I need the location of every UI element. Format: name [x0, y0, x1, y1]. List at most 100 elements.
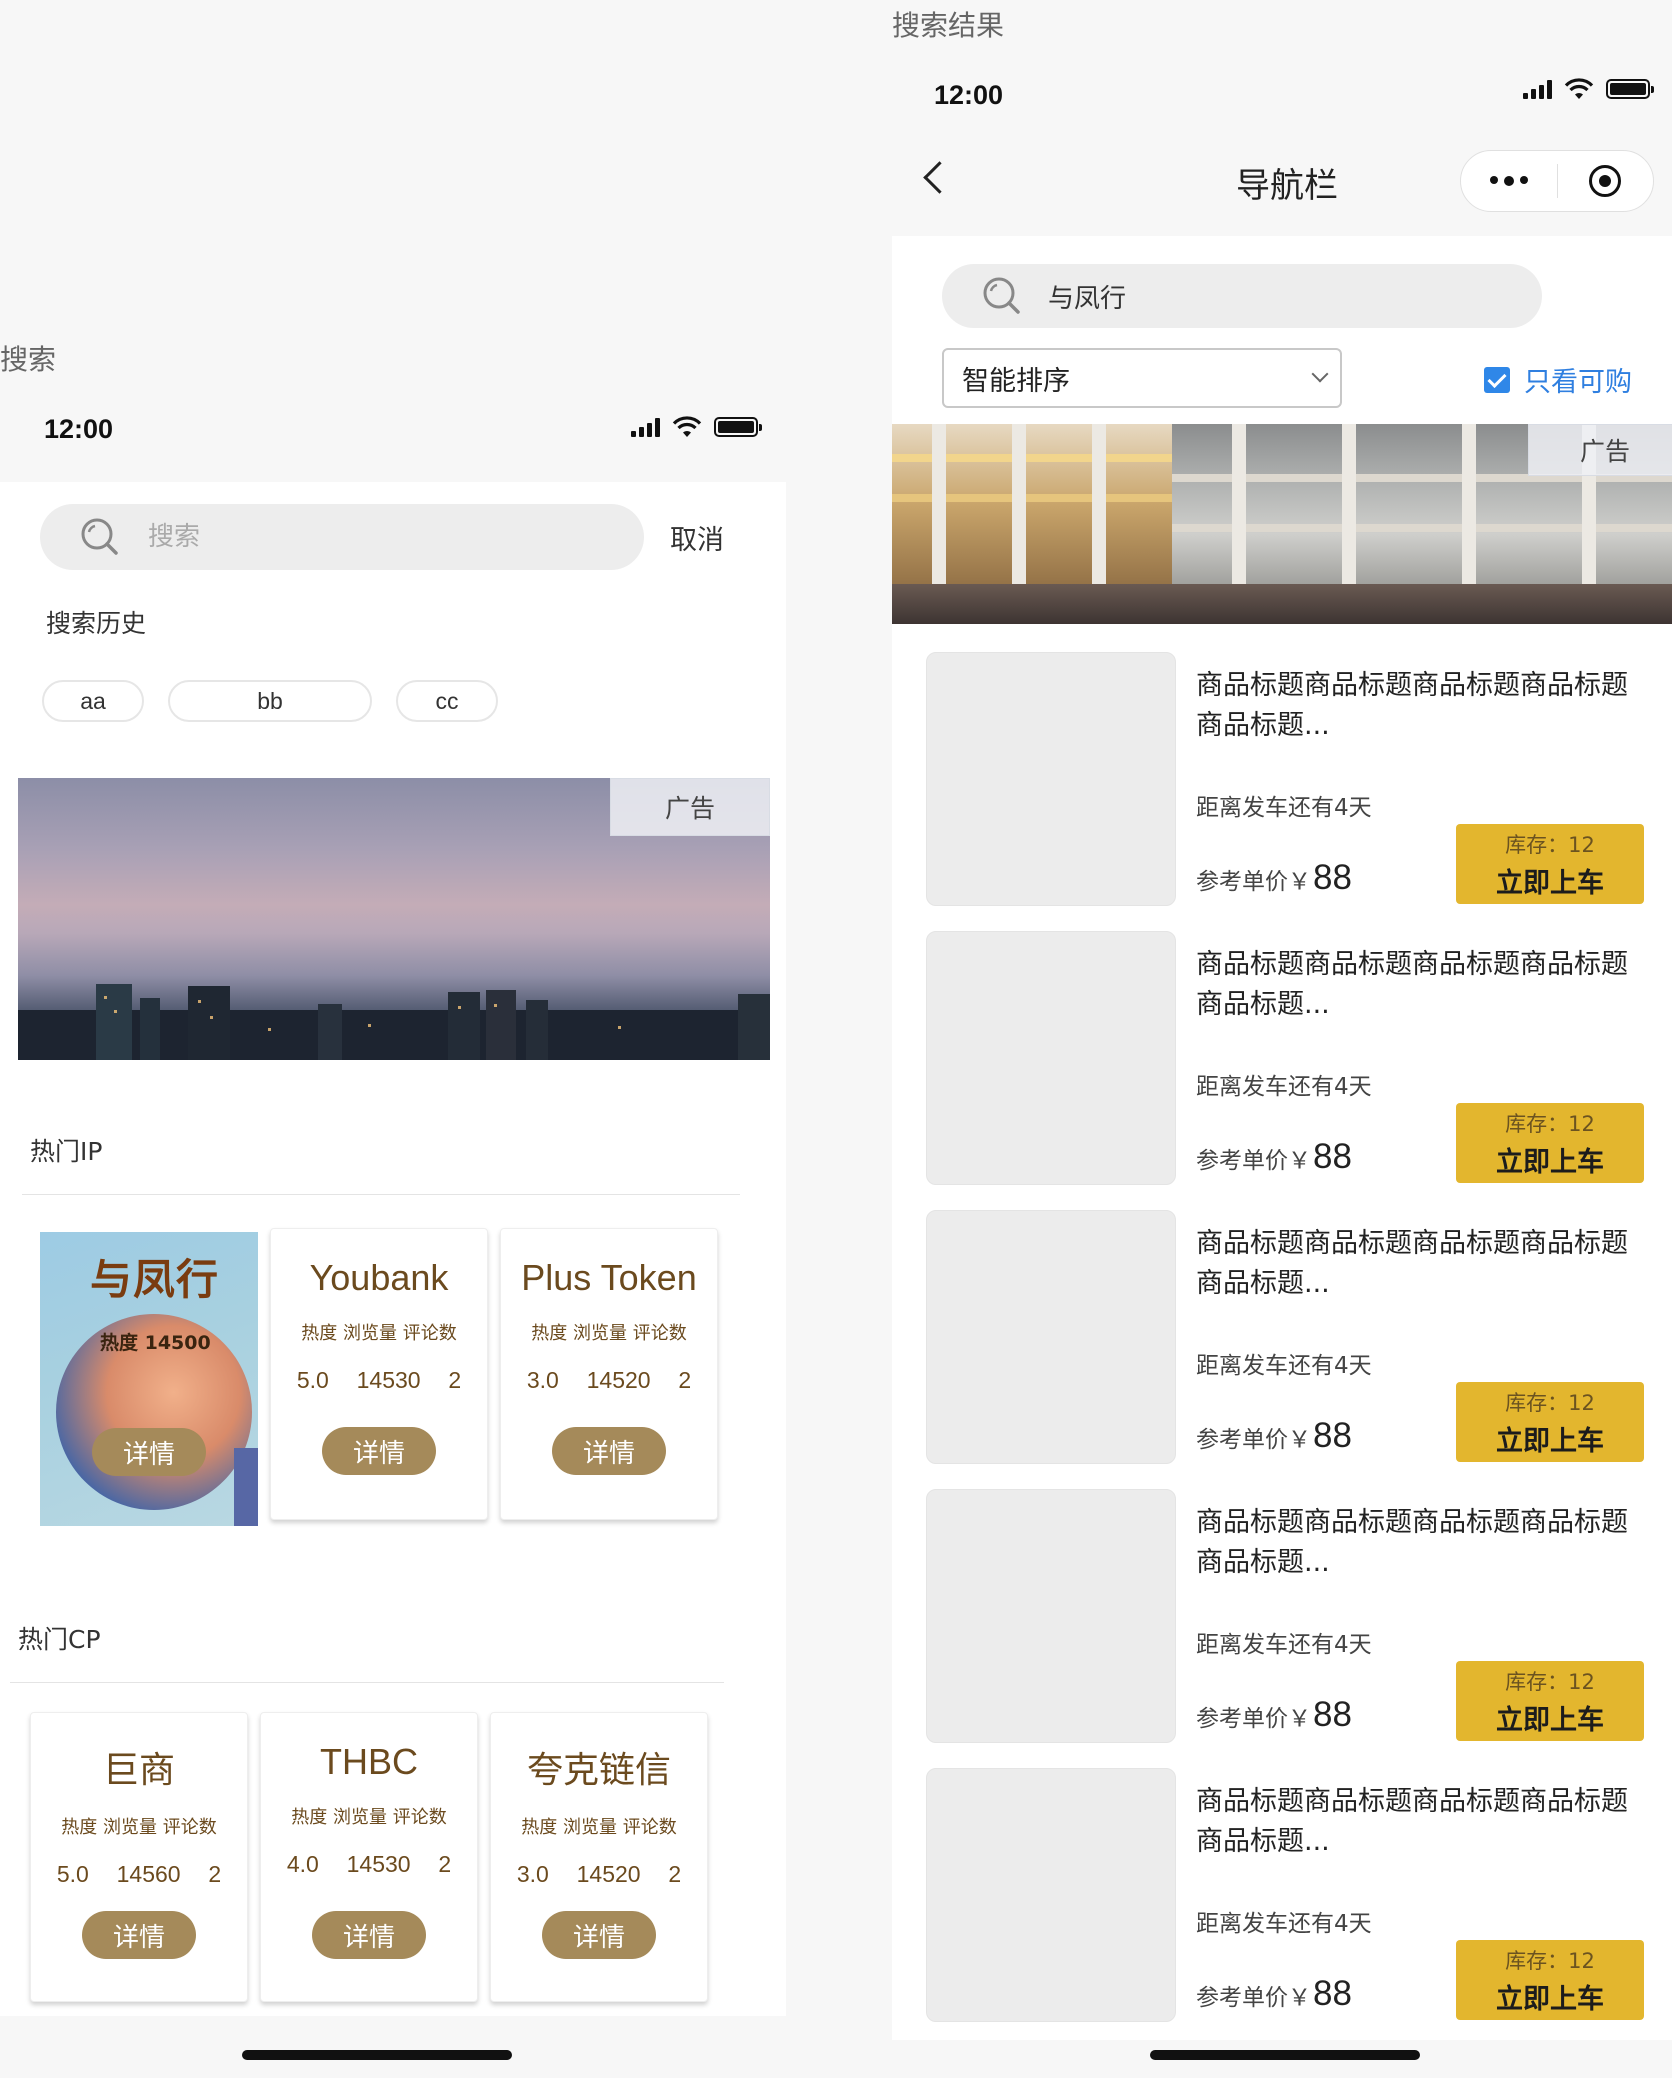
search-bar: 取消: [40, 504, 746, 570]
search-history-title: 搜索历史: [46, 609, 147, 638]
search-input[interactable]: [148, 522, 548, 552]
product-price: 参考单价￥ 88: [1196, 1695, 1352, 1735]
card-name: 巨商: [102, 1749, 175, 1790]
signal-icon: [631, 417, 660, 437]
card-name: 夸克链信: [526, 1749, 671, 1790]
product-price: 参考单价￥ 88: [1196, 1974, 1352, 2014]
board-now-label: 立即上车: [1496, 1704, 1604, 1736]
detail-button[interactable]: 详情: [312, 1911, 426, 1959]
status-icons: [631, 416, 762, 438]
card-name: THBC: [320, 1741, 418, 1782]
search-history-tags: aa bb cc: [42, 680, 498, 722]
product-image-placeholder: [926, 931, 1176, 1185]
board-now-label: 立即上车: [1496, 1983, 1604, 2015]
status-time: 12:00: [44, 414, 114, 444]
cp-card[interactable]: THBC 热度 浏览量 评论数 4.0 14530 2 详情: [260, 1712, 478, 2002]
price-value: 88: [1313, 1974, 1352, 2013]
product-departure: 距离发车还有4天: [1196, 1353, 1372, 1379]
screen-label-search: 搜索: [0, 343, 57, 376]
search-results-screen: 12:00 导航栏 与凤行 智能排序 只看可购 广告 商品标题商品标题商品标题商…: [892, 40, 1672, 2040]
board-now-button[interactable]: 库存：12 立即上车: [1456, 1940, 1644, 2020]
stock-label: 库存：12: [1505, 1948, 1595, 1973]
checkbox-checked-icon[interactable]: [1484, 366, 1510, 393]
search-box[interactable]: [40, 504, 644, 570]
product-title: 商品标题商品标题商品标题商品标题商品标题...: [1196, 949, 1628, 1020]
only-buyable-filter[interactable]: 只看可购: [1484, 360, 1632, 399]
card-stat-labels: 热度 浏览量 评论数: [301, 1323, 457, 1344]
product-title: 商品标题商品标题商品标题商品标题商品标题...: [1196, 1786, 1628, 1857]
close-target-icon[interactable]: [1558, 165, 1654, 197]
card-comments: 2: [438, 1851, 452, 1877]
product-item[interactable]: 商品标题商品标题商品标题商品标题商品标题... 距离发车还有4天 参考单价￥ 8…: [926, 1489, 1656, 1743]
sort-select-value: 智能排序: [962, 365, 1070, 397]
history-tag[interactable]: aa: [42, 680, 144, 722]
product-title: 商品标题商品标题商品标题商品标题商品标题...: [1196, 670, 1628, 741]
ad-banner[interactable]: 广告: [892, 424, 1672, 624]
price-label: 参考单价￥: [1196, 1427, 1311, 1453]
product-item[interactable]: 商品标题商品标题商品标题商品标题商品标题... 距离发车还有4天 参考单价￥ 8…: [926, 931, 1656, 1185]
history-tag[interactable]: bb: [168, 680, 372, 722]
ad-banner[interactable]: 广告: [18, 778, 770, 1060]
navigation-bar: 导航栏: [892, 128, 1672, 236]
card-comments: 2: [208, 1861, 222, 1887]
wifi-icon: [1564, 78, 1594, 99]
card-comments: 2: [448, 1367, 462, 1393]
product-image-placeholder: [926, 1489, 1176, 1743]
search-box[interactable]: 与凤行: [942, 264, 1542, 328]
card-stat-values: 3.0 14520 2: [491, 1861, 707, 1888]
battery-icon: [714, 417, 762, 437]
board-now-label: 立即上车: [1496, 1146, 1604, 1178]
ad-tag: 广告: [610, 778, 770, 836]
signal-icon: [1523, 79, 1552, 99]
more-icon[interactable]: [1461, 176, 1557, 186]
detail-button[interactable]: 详情: [92, 1428, 206, 1476]
poster-heat: 热度 14500: [100, 1332, 211, 1354]
product-departure: 距离发车还有4天: [1196, 1074, 1372, 1100]
ip-poster-card[interactable]: 与凤行 热度 14500 详情: [40, 1232, 258, 1526]
card-views: 14520: [576, 1861, 641, 1887]
cp-card[interactable]: 巨商 热度 浏览量 评论数 5.0 14560 2 详情: [30, 1712, 248, 2002]
product-item[interactable]: 商品标题商品标题商品标题商品标题商品标题... 距离发车还有4天 参考单价￥ 8…: [926, 652, 1656, 906]
ip-card[interactable]: Youbank 热度 浏览量 评论数 5.0 14530 2 详情: [270, 1228, 488, 1520]
hot-cp-cards: 巨商 热度 浏览量 评论数 5.0 14560 2 详情 THBC 热度 浏览量…: [30, 1712, 708, 2002]
detail-button[interactable]: 详情: [542, 1911, 656, 1959]
hot-ip-divider: [22, 1194, 740, 1195]
card-stat-labels: 热度 浏览量 评论数: [291, 1807, 447, 1828]
ip-card[interactable]: Plus Token 热度 浏览量 评论数 3.0 14520 2 详情: [500, 1228, 718, 1520]
detail-button[interactable]: 详情: [552, 1427, 666, 1475]
card-stat-values: 5.0 14560 2: [31, 1861, 247, 1888]
ad-tag: 广告: [1528, 424, 1672, 476]
price-value: 88: [1313, 1137, 1352, 1176]
hot-ip-title: 热门IP: [30, 1137, 103, 1166]
battery-icon: [1606, 79, 1654, 99]
card-stat-values: 3.0 14520 2: [501, 1367, 717, 1394]
board-now-button[interactable]: 库存：12 立即上车: [1456, 1382, 1644, 1462]
board-now-button[interactable]: 库存：12 立即上车: [1456, 1661, 1644, 1741]
card-heat: 5.0: [56, 1861, 89, 1887]
card-stat-values: 4.0 14530 2: [261, 1851, 477, 1878]
price-label: 参考单价￥: [1196, 869, 1311, 895]
search-screen: 12:00 取消 搜索历史 aa bb cc: [0, 376, 786, 2016]
cancel-button[interactable]: 取消: [670, 518, 724, 557]
board-now-button[interactable]: 库存：12 立即上车: [1456, 1103, 1644, 1183]
hot-cp-title: 热门CP: [18, 1625, 101, 1654]
board-now-button[interactable]: 库存：12 立即上车: [1456, 824, 1644, 904]
chevron-down-icon: [1311, 365, 1329, 383]
detail-button[interactable]: 详情: [322, 1427, 436, 1475]
product-departure: 距离发车还有4天: [1196, 1911, 1372, 1937]
stock-label: 库存：12: [1505, 1669, 1595, 1694]
card-name: Youbank: [309, 1257, 449, 1298]
sort-select[interactable]: 智能排序: [942, 348, 1342, 408]
card-comments: 2: [668, 1861, 682, 1887]
search-input[interactable]: 与凤行: [1048, 278, 1126, 315]
detail-button[interactable]: 详情: [82, 1911, 196, 1959]
search-icon: [81, 518, 118, 555]
product-item[interactable]: 商品标题商品标题商品标题商品标题商品标题... 距离发车还有4天 参考单价￥ 8…: [926, 1210, 1656, 1464]
card-stat-labels: 热度 浏览量 评论数: [61, 1817, 217, 1838]
history-tag[interactable]: cc: [396, 680, 498, 722]
home-indicator: [242, 2050, 512, 2060]
search-icon: [983, 277, 1020, 314]
board-now-label: 立即上车: [1496, 867, 1604, 899]
product-item[interactable]: 商品标题商品标题商品标题商品标题商品标题... 距离发车还有4天 参考单价￥ 8…: [926, 1768, 1656, 2022]
cp-card[interactable]: 夸克链信 热度 浏览量 评论数 3.0 14520 2 详情: [490, 1712, 708, 2002]
